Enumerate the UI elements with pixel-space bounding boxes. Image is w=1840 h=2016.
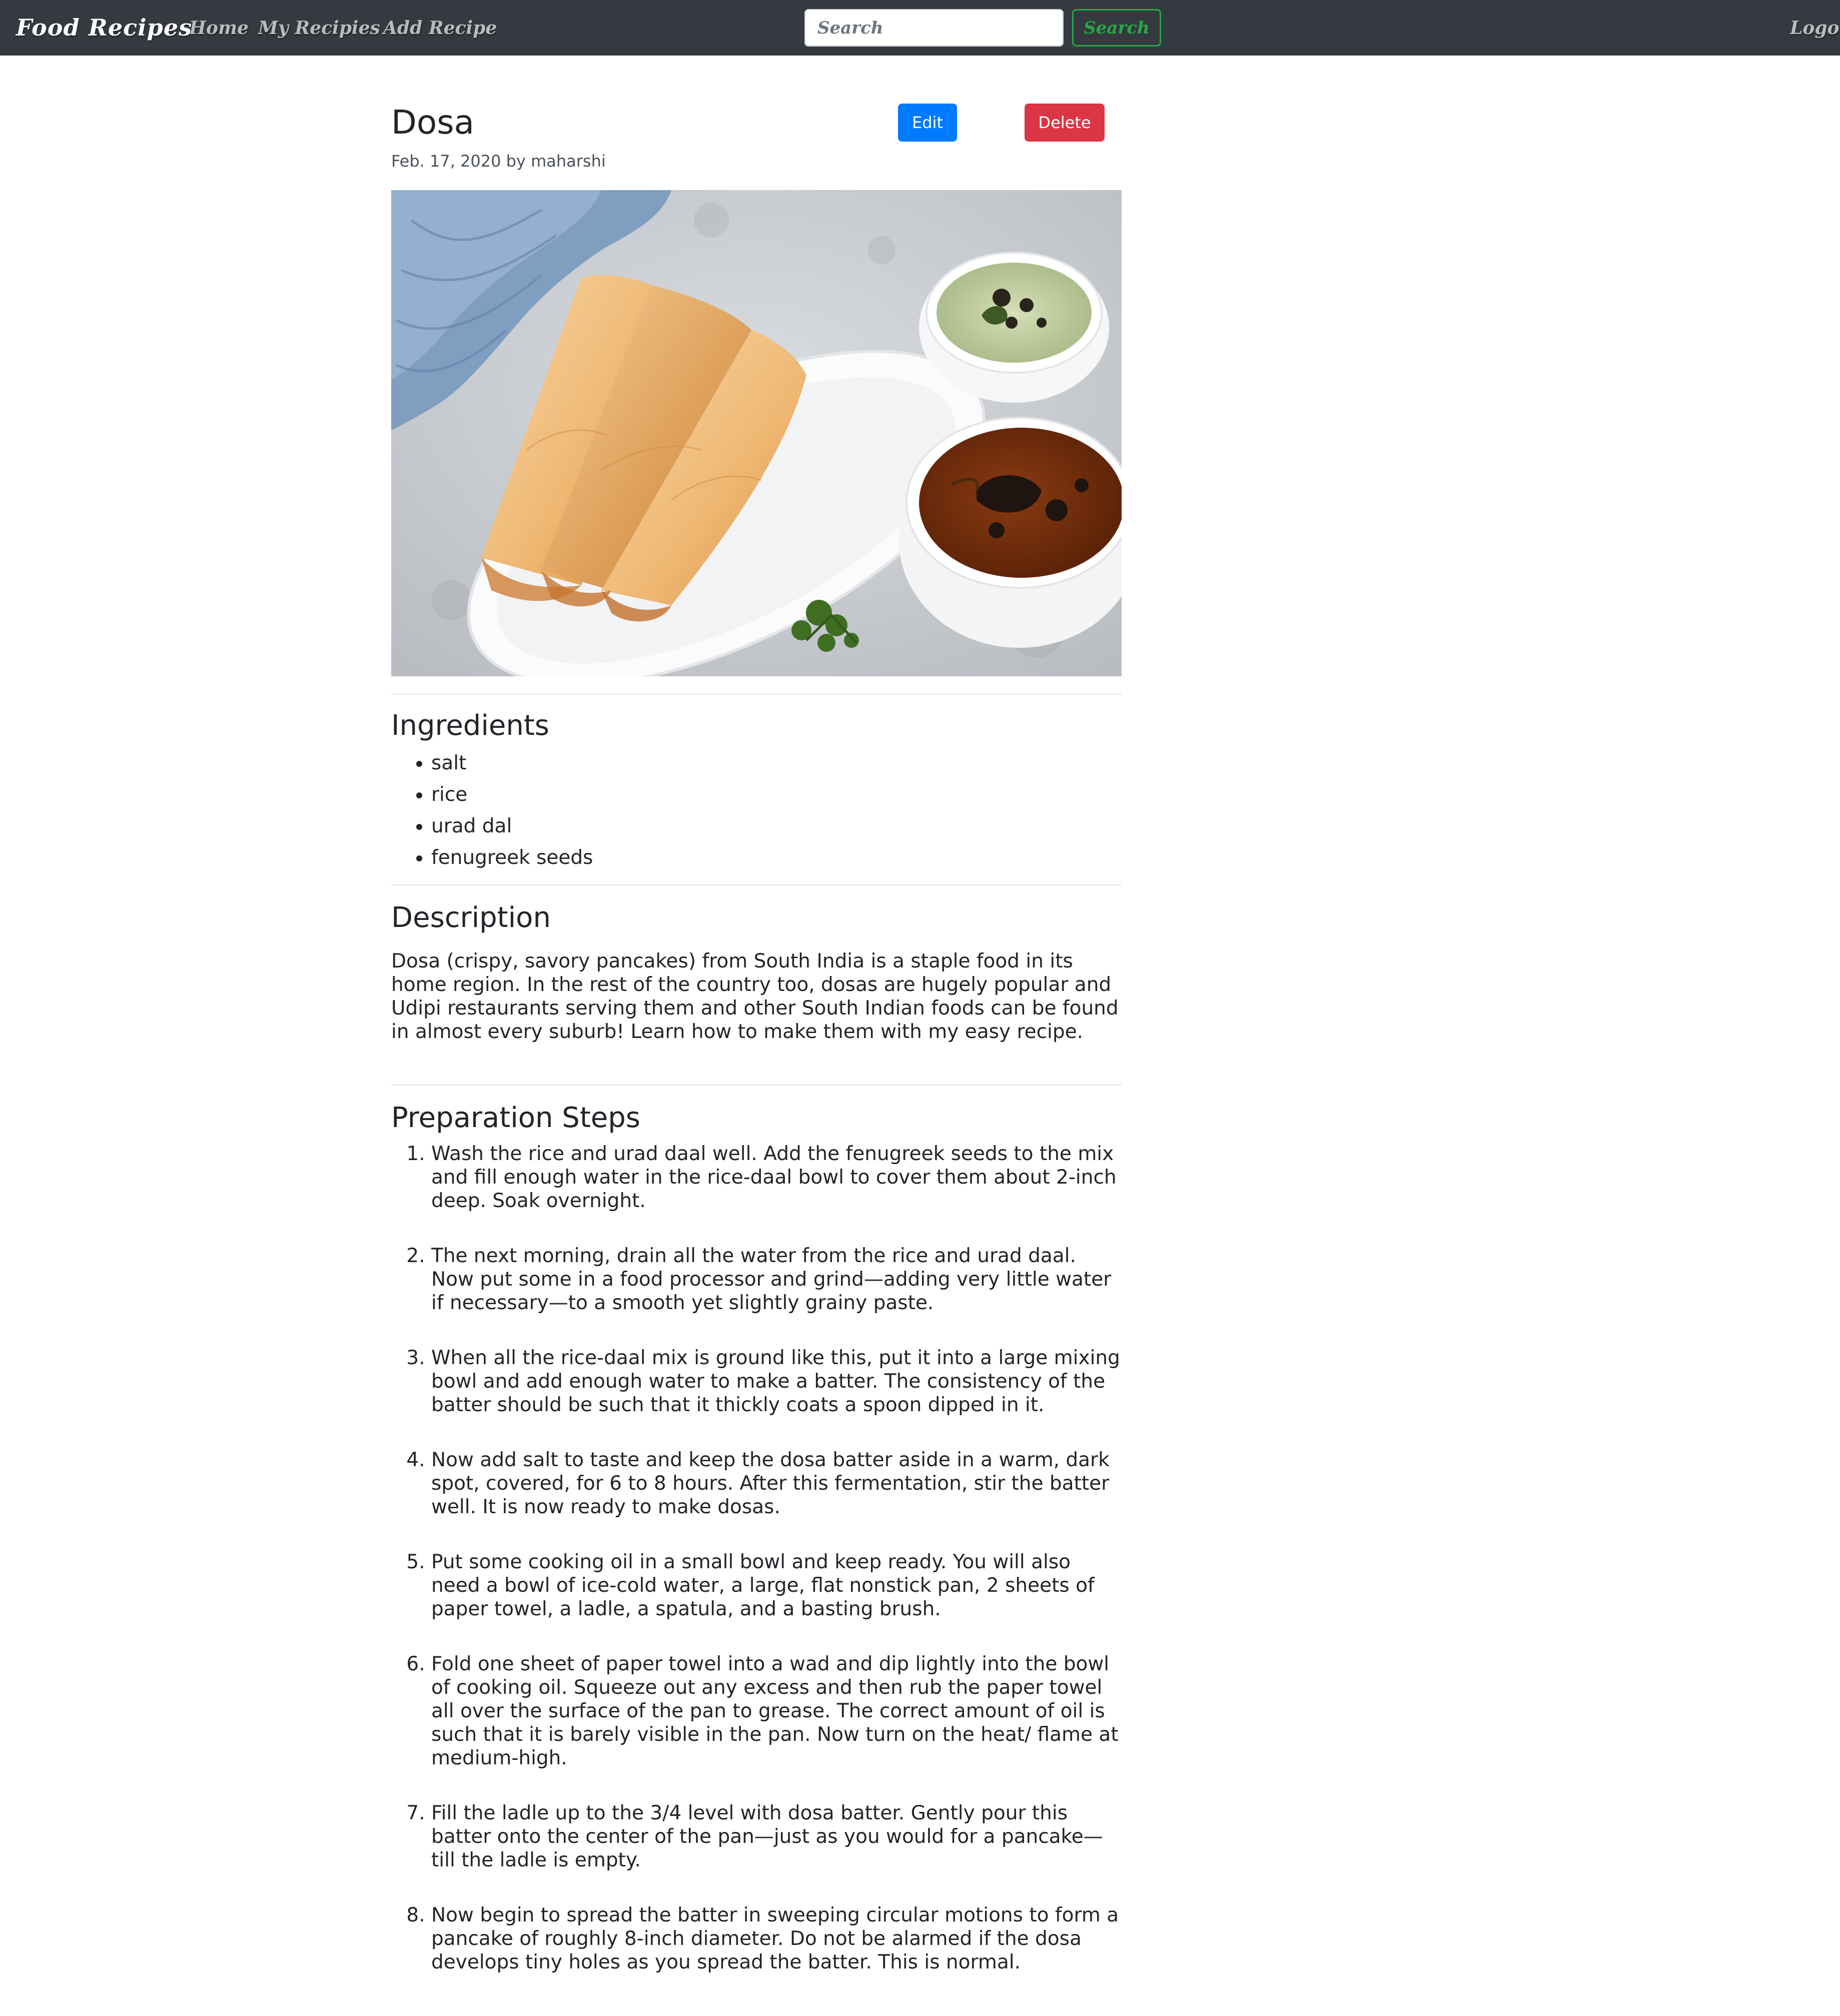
ingredients-heading: Ingredients: [391, 709, 549, 742]
recipe-meta: Feb. 17, 2020 by maharshi: [391, 152, 606, 171]
brand-logo-link[interactable]: Food Recipes: [16, 10, 192, 45]
divider: [391, 1084, 1122, 1086]
delete-button[interactable]: Delete: [1025, 104, 1105, 142]
steps-heading: Preparation Steps: [391, 1102, 640, 1134]
nav-logout-link[interactable]: Logout: [1790, 13, 1840, 43]
nav-add-recipe-link[interactable]: Add Recipe: [383, 13, 497, 43]
ingredient-item: fenugreek seeds: [431, 842, 1162, 873]
step-item: Wash the rice and urad daal well. Add th…: [431, 1142, 1122, 1213]
edit-button[interactable]: Edit: [898, 104, 957, 142]
step-item: Put some cooking oil in a small bowl and…: [431, 1550, 1122, 1621]
recipe-title: Dosa: [391, 103, 475, 142]
nav-home-link[interactable]: Home: [189, 13, 249, 43]
ingredient-item: rice: [431, 779, 1162, 810]
ingredients-list: salt rice urad dal fenugreek seeds: [391, 747, 1162, 873]
step-item: Fold one sheet of paper towel into a wad…: [431, 1652, 1122, 1770]
description-heading: Description: [391, 901, 551, 934]
step-item: Now add salt to taste and keep the dosa …: [431, 1448, 1122, 1519]
nav-my-recipies-link[interactable]: My Recipies: [258, 13, 380, 43]
step-item: Now begin to spread the batter in sweepi…: [431, 1903, 1122, 1974]
step-item: Fill the ladle up to the 3/4 level with …: [431, 1801, 1122, 1872]
steps-list: Wash the rice and urad daal well. Add th…: [391, 1142, 1122, 2005]
divider: [391, 884, 1122, 886]
description-text: Dosa (crispy, savory pancakes) from Sout…: [391, 950, 1119, 1043]
navbar: Food Recipes Home My Recipies Add Recipe…: [0, 0, 1840, 56]
search-button[interactable]: Search: [1072, 9, 1161, 47]
ingredient-item: salt: [431, 747, 1162, 779]
recipe-image: [391, 190, 1122, 676]
step-item: When all the rice-daal mix is ground lik…: [431, 1346, 1122, 1417]
ingredient-item: urad dal: [431, 810, 1162, 842]
divider: [391, 693, 1122, 695]
search-input[interactable]: [804, 9, 1064, 47]
step-item: The next morning, drain all the water fr…: [431, 1244, 1122, 1315]
